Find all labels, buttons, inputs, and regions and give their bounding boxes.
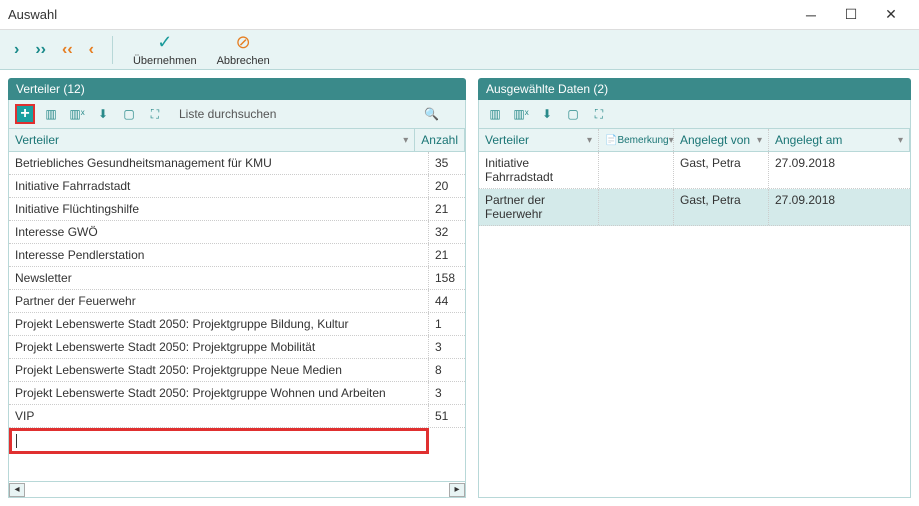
- cell-count: 35: [429, 152, 465, 174]
- search-icon[interactable]: 🔍: [424, 107, 439, 121]
- right-column-headers: Verteiler ▾ 📄 Bemerkung ▾ Angelegt von ▾…: [478, 129, 911, 152]
- cell-count: 20: [429, 175, 465, 197]
- cancel-icon: ⊘: [236, 32, 251, 53]
- cell-name: Interesse Pendlerstation: [9, 244, 429, 266]
- columns-icon[interactable]: ▥: [485, 104, 505, 124]
- apply-button[interactable]: ✓ Übernehmen: [125, 32, 205, 67]
- minimize-button[interactable]: ─: [791, 1, 831, 29]
- main-toolbar: › ›› ‹‹ ‹ ✓ Übernehmen ⊘ Abbrechen: [0, 30, 919, 70]
- cell-count: 32: [429, 221, 465, 243]
- right-table-body: Initiative Fahrradstadt Gast, Petra27.09.…: [478, 152, 911, 498]
- verteiler-panel-title: Verteiler (12): [8, 78, 466, 100]
- cell-verteiler: Initiative Fahrradstadt: [479, 152, 599, 188]
- cell-count: 158: [429, 267, 465, 289]
- cell-count: 3: [429, 382, 465, 404]
- clear-filter-icon[interactable]: ▥ˣ: [511, 104, 531, 124]
- selected-panel-title: Ausgewählte Daten (2): [478, 78, 911, 100]
- export-icon[interactable]: ⬇: [93, 104, 113, 124]
- nav-prev-icon[interactable]: ‹‹: [56, 37, 79, 63]
- titlebar: Auswahl ─ ☐ ✕: [0, 0, 919, 30]
- add-button[interactable]: +: [15, 104, 35, 124]
- selected-panel: Ausgewählte Daten (2) ▥ ▥ˣ ⬇ ▢ ⛶ Verteil…: [478, 78, 911, 498]
- cell-name: Initiative Flüchtingshilfe: [9, 198, 429, 220]
- table-row[interactable]: Partner der Feuerwehr Gast, Petra27.09.20…: [479, 189, 910, 226]
- cell-verteiler: Partner der Feuerwehr: [479, 189, 599, 225]
- cell-count: 21: [429, 244, 465, 266]
- col-bemerkung[interactable]: 📄 Bemerkung ▾: [599, 129, 674, 151]
- cell-count: 1: [429, 313, 465, 335]
- table-row[interactable]: Projekt Lebenswerte Stadt 2050: Projektg…: [9, 382, 465, 405]
- layout-icon[interactable]: ▢: [563, 104, 583, 124]
- cell-name: Initiative Fahrradstadt: [9, 175, 429, 197]
- left-table-body: Betriebliches Gesundheitsmanagement für …: [8, 152, 466, 482]
- window-title: Auswahl: [8, 7, 791, 22]
- verteiler-panel: Verteiler (12) + ▥ ▥ˣ ⬇ ▢ ⛶ Liste durchs…: [8, 78, 466, 498]
- cell-name: Projekt Lebenswerte Stadt 2050: Projektg…: [9, 336, 429, 358]
- clear-filter-icon[interactable]: ▥ˣ: [67, 104, 87, 124]
- cell-count: 21: [429, 198, 465, 220]
- cell-name: VIP: [9, 405, 429, 427]
- col-verteiler-r[interactable]: Verteiler ▾: [479, 129, 599, 151]
- search-label[interactable]: Liste durchsuchen: [179, 107, 276, 121]
- filter-icon[interactable]: ▾: [587, 135, 592, 146]
- table-row[interactable]: Projekt Lebenswerte Stadt 2050: Projektg…: [9, 313, 465, 336]
- table-row[interactable]: Interesse Pendlerstation21: [9, 244, 465, 267]
- cell-name: Interesse GWÖ: [9, 221, 429, 243]
- scroll-right-icon[interactable]: ▸: [449, 483, 465, 497]
- separator: [112, 36, 113, 64]
- scroll-left-icon[interactable]: ◂: [9, 483, 25, 497]
- nav-last-icon[interactable]: ‹: [83, 37, 100, 63]
- cell-name: Projekt Lebenswerte Stadt 2050: Projektg…: [9, 313, 429, 335]
- table-row[interactable]: Newsletter158: [9, 267, 465, 290]
- col-anzahl[interactable]: Anzahl: [415, 129, 465, 151]
- cell-angelegt-von: Gast, Petra: [674, 189, 769, 225]
- filter-icon[interactable]: ▾: [403, 135, 408, 146]
- table-row[interactable]: Partner der Feuerwehr44: [9, 290, 465, 313]
- table-row[interactable]: Initiative Flüchtingshilfe21: [9, 198, 465, 221]
- col-verteiler[interactable]: Verteiler ▾: [9, 129, 415, 151]
- nav-first-icon[interactable]: ›: [8, 37, 25, 63]
- cancel-button[interactable]: ⊘ Abbrechen: [209, 32, 278, 67]
- table-row[interactable]: Initiative Fahrradstadt Gast, Petra27.09.…: [479, 152, 910, 189]
- cell-count: 8: [429, 359, 465, 381]
- cell-name: Newsletter: [9, 267, 429, 289]
- expand-icon[interactable]: ⛶: [589, 104, 609, 124]
- close-button[interactable]: ✕: [871, 1, 911, 29]
- filter-icon[interactable]: ▾: [898, 135, 903, 146]
- filter-icon[interactable]: ▾: [669, 135, 674, 146]
- table-row[interactable]: Projekt Lebenswerte Stadt 2050: Projektg…: [9, 359, 465, 382]
- col-angelegt-am[interactable]: Angelegt am ▾: [769, 129, 910, 151]
- cell-count: 3: [429, 336, 465, 358]
- table-row[interactable]: Betriebliches Gesundheitsmanagement für …: [9, 152, 465, 175]
- maximize-button[interactable]: ☐: [831, 1, 871, 29]
- cell-name: Projekt Lebenswerte Stadt 2050: Projektg…: [9, 382, 429, 404]
- check-icon: ✓: [157, 32, 172, 53]
- cell-count: 51: [429, 405, 465, 427]
- table-row[interactable]: Initiative Fahrradstadt20: [9, 175, 465, 198]
- nav-next-icon[interactable]: ››: [29, 37, 52, 63]
- cell-name: Betriebliches Gesundheitsmanagement für …: [9, 152, 429, 174]
- table-row[interactable]: Projekt Lebenswerte Stadt 2050: Projektg…: [9, 336, 465, 359]
- columns-icon[interactable]: ▥: [41, 104, 61, 124]
- cell-name: Projekt Lebenswerte Stadt 2050: Projektg…: [9, 359, 429, 381]
- table-row[interactable]: Interesse GWÖ32: [9, 221, 465, 244]
- cell-angelegt-am: 27.09.2018: [769, 152, 910, 188]
- horizontal-scrollbar[interactable]: ◂ ▸: [8, 482, 466, 498]
- export-icon[interactable]: ⬇: [537, 104, 557, 124]
- table-row[interactable]: VIP51: [9, 405, 465, 428]
- verteiler-toolbar: + ▥ ▥ˣ ⬇ ▢ ⛶ Liste durchsuchen 🔍: [8, 100, 466, 129]
- left-column-headers: Verteiler ▾ Anzahl: [8, 129, 466, 152]
- cell-bemerkung: [599, 189, 674, 225]
- cell-bemerkung: [599, 152, 674, 188]
- filter-icon[interactable]: ▾: [757, 135, 762, 146]
- cell-angelegt-am: 27.09.2018: [769, 189, 910, 225]
- col-angelegt-von[interactable]: Angelegt von ▾: [674, 129, 769, 151]
- selected-toolbar: ▥ ▥ˣ ⬇ ▢ ⛶: [478, 100, 911, 129]
- new-entry-input[interactable]: [9, 428, 429, 454]
- cell-count: 44: [429, 290, 465, 312]
- layout-icon[interactable]: ▢: [119, 104, 139, 124]
- expand-icon[interactable]: ⛶: [145, 104, 165, 124]
- cell-name: Partner der Feuerwehr: [9, 290, 429, 312]
- cell-angelegt-von: Gast, Petra: [674, 152, 769, 188]
